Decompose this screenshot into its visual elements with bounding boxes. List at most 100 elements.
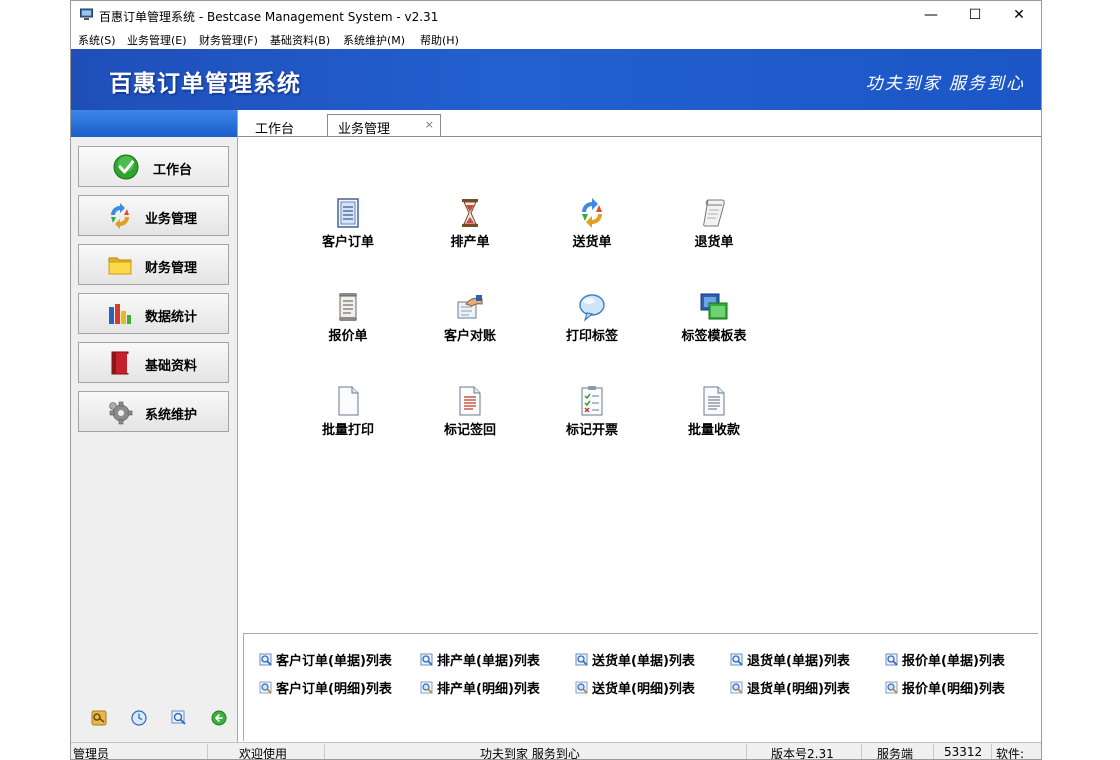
func-label: 退货单 [694,235,734,250]
magnifier-icon [575,681,588,694]
link-return-detail-list[interactable]: 退货单(明细)列表 [730,678,850,697]
order-document-icon [337,198,359,228]
func-label: 批量打印 [321,423,374,438]
menu-system[interactable]: 系统(S) [78,32,116,48]
key-icon[interactable] [91,710,107,726]
magnifier-icon [259,681,272,694]
list-search-icon [259,653,272,666]
sidebar-item-maintenance[interactable]: 系统维护 [78,391,229,432]
func-label: 标签模板表 [681,329,747,344]
func-batch-print[interactable]: 批量打印 [293,386,403,446]
list-search-icon [575,653,588,666]
func-production[interactable]: 排产单 [415,198,525,258]
func-return[interactable]: 退货单 [659,198,769,258]
list-search-icon [885,653,898,666]
delivery-arrows-icon [582,198,602,228]
status-separator [207,744,208,759]
tab-business[interactable]: 业务管理 × [327,114,441,137]
magnifier-icon [730,681,743,694]
func-mark-signed[interactable]: 标记签回 [415,386,525,446]
sidebar-item-finance[interactable]: 财务管理 [78,244,229,285]
text-page-icon [703,386,725,416]
sidebar-item-label: 系统维护 [145,408,198,423]
func-delivery[interactable]: 送货单 [537,198,647,258]
link-customer-order-doc-list[interactable]: 客户订单(单据)列表 [259,650,392,669]
link-label: 客户订单(明细)列表 [276,682,392,697]
link-label: 客户订单(单据)列表 [276,654,392,669]
func-label: 报价单 [328,329,368,344]
link-customer-order-detail-list[interactable]: 客户订单(明细)列表 [259,678,392,697]
refresh-icon[interactable] [211,710,227,726]
link-return-doc-list[interactable]: 退货单(单据)列表 [730,650,850,669]
link-production-doc-list[interactable]: 排产单(单据)列表 [420,650,540,669]
func-label: 打印标签 [565,329,618,344]
link-production-detail-list[interactable]: 排产单(明细)列表 [420,678,540,697]
link-label: 报价单(单据)列表 [902,654,1005,669]
link-delivery-detail-list[interactable]: 送货单(明细)列表 [575,678,695,697]
blank-page-icon [338,386,359,416]
tab-label: 业务管理 [338,122,391,137]
status-version: 版本号2.31 [771,747,834,760]
book-icon [111,351,129,375]
title-bar: 百惠订单管理系统 - Bestcase Management System - … [71,1,1041,29]
func-print-label[interactable]: 打印标签 [537,292,647,352]
gear-icon [109,401,133,425]
header-banner: 百惠订单管理系统 功夫到家 服务到心 [71,49,1041,110]
minimize-button[interactable]: — [909,1,953,29]
status-port: 53312 [944,745,983,759]
sidebar-item-label: 基础资料 [145,359,198,374]
maximize-button[interactable]: ☐ [953,1,997,29]
handshake-icon [457,295,483,319]
sidebar-item-label: 业务管理 [145,212,198,227]
menu-maintenance[interactable]: 系统维护(M) [343,32,405,48]
close-window-button[interactable]: ✕ [997,1,1041,29]
status-user: 管理员 [73,747,110,760]
link-quotation-doc-list[interactable]: 报价单(单据)列表 [885,650,1005,669]
func-batch-receipt[interactable]: 批量收款 [659,386,769,446]
sidebar: 工作台 业务管理 财务管理 数据统计 基础资料 系统维护 [71,110,238,742]
tab-bar: 工作台 业务管理 × [238,110,1041,137]
link-delivery-doc-list[interactable]: 送货单(单据)列表 [575,650,695,669]
windows-template-icon [700,293,728,320]
hourglass-icon [462,199,478,227]
scroll-icon [703,199,725,227]
lined-page-icon [459,386,481,416]
status-separator [861,744,862,759]
link-label: 退货单(明细)列表 [747,682,850,697]
magnifier-icon [885,681,898,694]
link-label: 排产单(明细)列表 [437,682,540,697]
clock-icon[interactable] [131,710,147,726]
sidebar-item-label: 财务管理 [145,261,198,276]
magnifier-icon [420,681,433,694]
link-quotation-detail-list[interactable]: 报价单(明细)列表 [885,678,1005,697]
func-label: 客户对账 [443,329,496,344]
sidebar-item-workbench[interactable]: 工作台 [78,146,229,187]
search-icon[interactable] [171,710,187,726]
list-search-icon [730,653,743,666]
menu-business[interactable]: 业务管理(E) [127,32,187,48]
banner-title: 百惠订单管理系统 [109,71,301,97]
func-mark-invoiced[interactable]: 标记开票 [537,386,647,446]
link-label: 退货单(单据)列表 [747,654,850,669]
link-label: 排产单(单据)列表 [437,654,540,669]
func-reconciliation[interactable]: 客户对账 [415,292,525,352]
folder-icon [108,257,132,275]
menu-basic-data[interactable]: 基础资料(B) [270,32,330,48]
link-label: 送货单(明细)列表 [592,682,695,697]
func-quotation[interactable]: 报价单 [293,292,403,352]
app-icon [80,8,93,20]
func-label: 标记签回 [443,423,496,438]
func-label: 送货单 [572,235,612,250]
menu-help[interactable]: 帮助(H) [420,32,459,48]
list-search-icon [420,653,433,666]
func-customer-order[interactable]: 客户订单 [293,198,403,258]
menu-finance[interactable]: 财务管理(F) [199,32,258,48]
sidebar-item-basic-data[interactable]: 基础资料 [78,342,229,383]
sidebar-item-business[interactable]: 业务管理 [78,195,229,236]
func-label-template[interactable]: 标签模板表 [659,292,769,352]
sidebar-item-statistics[interactable]: 数据统计 [78,293,229,334]
list-links-panel: 客户订单(单据)列表 排产单(单据)列表 送货单(单据)列表 退货单(单据)列表… [243,633,1038,741]
tab-divider [238,136,1041,137]
tab-close-button[interactable]: × [425,118,434,131]
status-server: 服务端 [877,747,914,760]
